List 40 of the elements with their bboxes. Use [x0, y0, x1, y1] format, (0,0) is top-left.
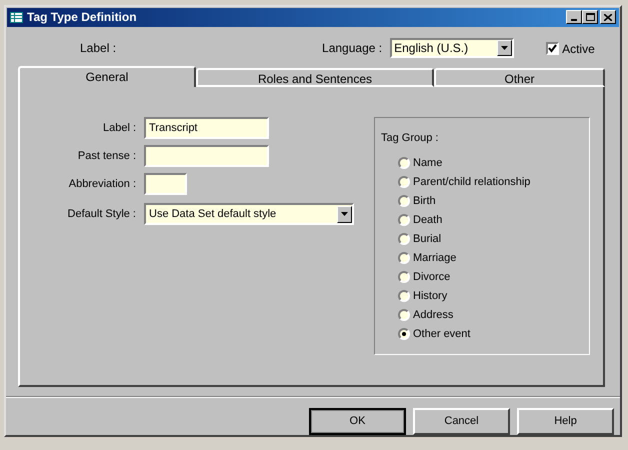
minimize-button[interactable] [566, 10, 582, 24]
input-field[interactable] [144, 145, 269, 167]
checkmark-icon [548, 44, 558, 54]
close-icon [604, 14, 612, 21]
style-dropdown[interactable]: Use Data Set default style [144, 203, 354, 225]
close-button[interactable] [600, 10, 616, 24]
tab[interactable]: Other [434, 68, 605, 87]
radio-option[interactable]: Death [398, 212, 583, 228]
radio-option[interactable]: Birth [398, 194, 583, 208]
field-label: Abbreviation : [68, 176, 137, 192]
label-caption: Label : [80, 40, 116, 57]
field-label: Default Style : [66, 206, 137, 222]
window-title: Tag Type Definition [27, 9, 137, 26]
maximize-button[interactable] [582, 10, 598, 24]
radio-option[interactable]: Divorce [398, 270, 583, 284]
dialog-button[interactable]: Cancel [413, 408, 510, 435]
tag-group-title: Tag Group : [381, 131, 440, 146]
maximize-icon [586, 13, 594, 22]
radio-option[interactable]: Burial [398, 232, 583, 246]
dialog-button[interactable]: Help [517, 408, 614, 435]
tab[interactable]: Roles and Sentences [196, 68, 434, 87]
field-label: Past tense : [76, 148, 137, 164]
dialog-button[interactable]: OK [309, 408, 406, 435]
input-field[interactable]: Transcript [144, 117, 269, 139]
tab[interactable]: General [18, 66, 196, 87]
radio-option[interactable]: Address [398, 308, 583, 322]
radio-option[interactable]: History [398, 288, 583, 304]
dropdown-arrow-icon [341, 212, 348, 216]
radio-option[interactable]: Other event [398, 326, 583, 342]
table-icon [10, 12, 23, 23]
radio-option[interactable]: Name [398, 156, 583, 170]
input-field[interactable] [144, 173, 187, 195]
radio-option[interactable]: Marriage [398, 250, 583, 266]
language-dropdown[interactable]: English (U.S.) [390, 38, 514, 58]
dropdown-arrow-icon [501, 46, 508, 50]
radio-option[interactable]: Parent/child relationship [398, 174, 583, 190]
field-label: Label : [102, 120, 137, 136]
language-label: Language : [322, 40, 382, 57]
active-checkbox[interactable]: Active [546, 40, 595, 58]
minimize-icon [571, 19, 577, 22]
